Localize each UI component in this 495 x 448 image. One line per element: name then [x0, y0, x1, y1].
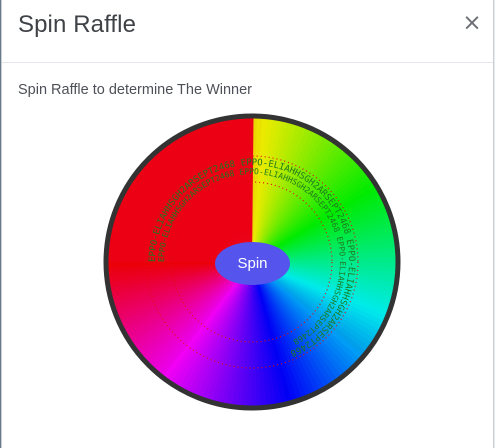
spin-raffle-modal: Spin Raffle × Spin Raffle to determine T… — [1, 0, 494, 448]
modal-title: Spin Raffle — [18, 11, 137, 38]
raffle-instruction: Spin Raffle to determine The Winner — [18, 82, 253, 98]
spin-button[interactable]: Spin — [215, 242, 290, 285]
close-button[interactable]: × — [461, 10, 483, 36]
modal-header: Spin Raffle × — [2, 0, 493, 63]
